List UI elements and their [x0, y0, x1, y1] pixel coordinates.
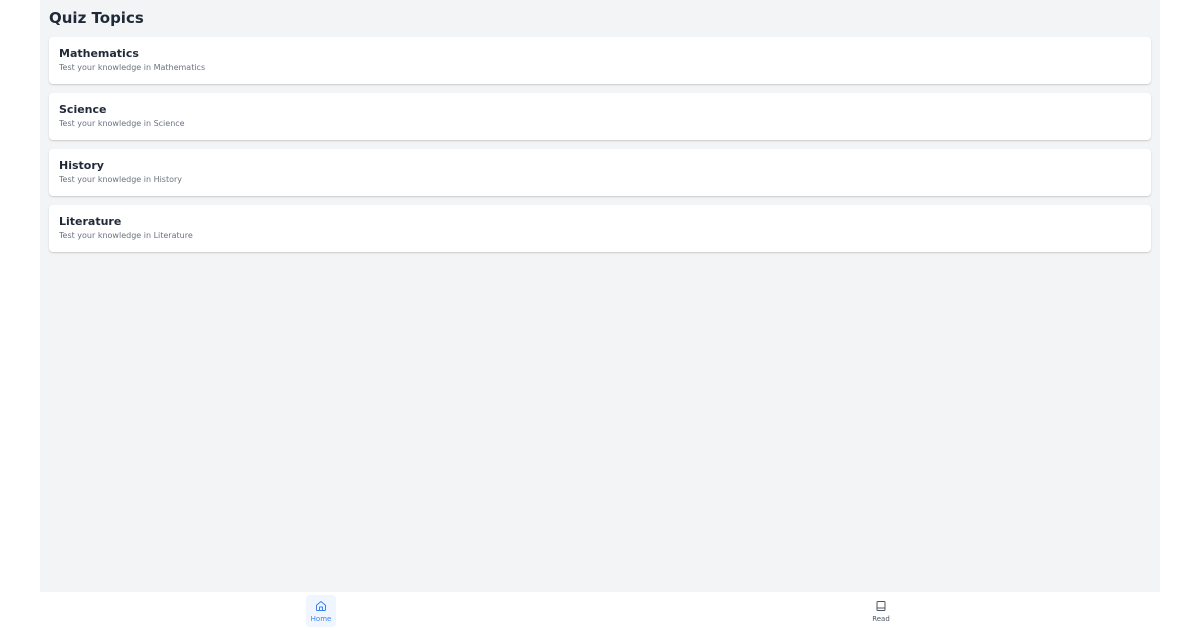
- page-title: Quiz Topics: [49, 9, 144, 27]
- topic-title: Literature: [59, 215, 122, 228]
- topic-description: Test your knowledge in Science: [59, 119, 185, 128]
- topic-list: Mathematics Test your knowledge in Mathe…: [49, 37, 1151, 261]
- topic-card-science[interactable]: Science Test your knowledge in Science: [49, 93, 1151, 140]
- main-content: Quiz Topics Mathematics Test your knowle…: [40, 0, 1160, 592]
- topic-description: Test your knowledge in Mathematics: [59, 63, 206, 72]
- bottom-nav: Home Read: [40, 592, 1160, 630]
- topic-title: History: [59, 159, 104, 172]
- nav-item-read[interactable]: Read: [866, 595, 896, 627]
- nav-item-home[interactable]: Home: [306, 595, 336, 627]
- app-container: Quiz Topics Mathematics Test your knowle…: [40, 0, 1160, 630]
- topic-title: Science: [59, 103, 107, 116]
- topic-card-literature[interactable]: Literature Test your knowledge in Litera…: [49, 205, 1151, 252]
- topic-description: Test your knowledge in History: [59, 175, 183, 184]
- topic-card-history[interactable]: History Test your knowledge in History: [49, 149, 1151, 196]
- home-icon: [316, 601, 326, 611]
- nav-label-read: Read: [872, 615, 890, 623]
- topic-description: Test your knowledge in Literature: [59, 231, 193, 240]
- topic-card-mathematics[interactable]: Mathematics Test your knowledge in Mathe…: [49, 37, 1151, 84]
- book-icon: [876, 601, 886, 611]
- topic-title: Mathematics: [59, 47, 139, 60]
- nav-label-home: Home: [310, 615, 332, 623]
